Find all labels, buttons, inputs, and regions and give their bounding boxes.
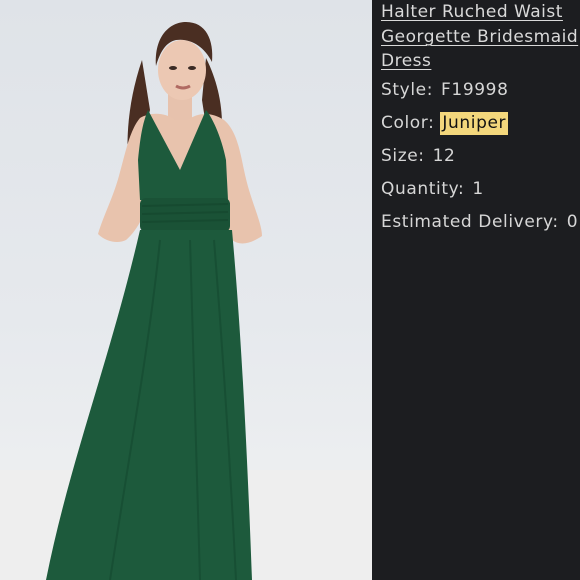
style-label: Style: [381, 80, 434, 100]
size-label: Size: [381, 146, 425, 166]
estimated-delivery-label: Estimated Delivery: [381, 212, 559, 232]
size-row: Size: 12 [381, 146, 455, 166]
estimated-delivery-value: 0 [566, 212, 579, 232]
color-label: Color: [381, 113, 435, 133]
size-value: 12 [432, 146, 456, 166]
style-value: F19998 [441, 80, 509, 100]
quantity-value: 1 [472, 179, 484, 199]
estimated-delivery-row: Estimated Delivery: 0 [381, 212, 578, 232]
color-value-highlighted: Juniper [440, 112, 509, 135]
product-title-line-1[interactable]: Halter Ruched Waist [381, 2, 563, 22]
product-photo [0, 0, 372, 580]
quantity-label: Quantity: [381, 179, 465, 199]
style-row: Style: F19998 [381, 80, 509, 100]
model-in-dress-image [0, 22, 372, 580]
product-title-line-2[interactable]: Georgette Bridesmaid [381, 27, 578, 47]
color-row: Color: Juniper [381, 112, 509, 135]
product-title-line-3[interactable]: Dress [381, 51, 431, 71]
quantity-row: Quantity: 1 [381, 179, 484, 199]
product-details-panel: Halter Ruched Waist Georgette Bridesmaid… [372, 0, 580, 580]
